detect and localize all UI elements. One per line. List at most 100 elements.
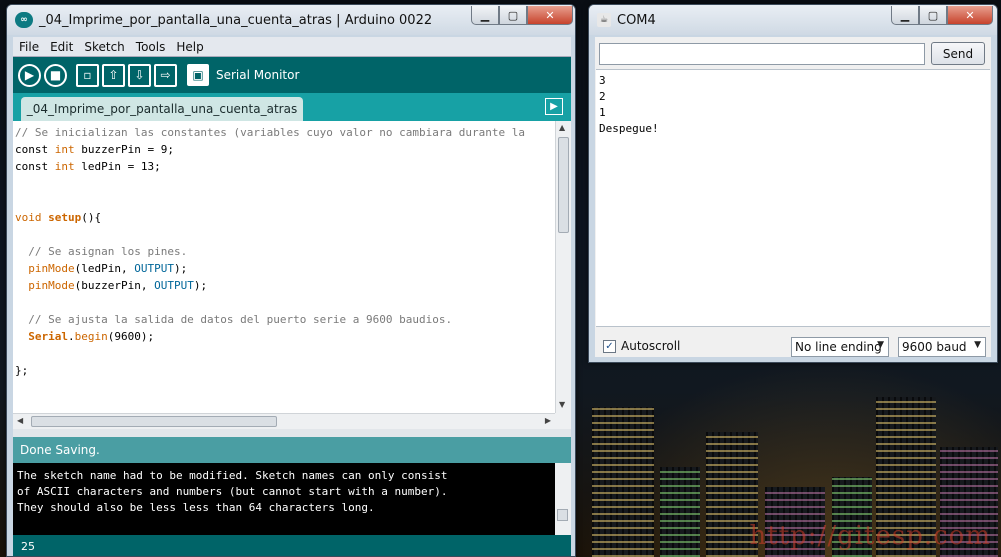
code-keyword: int xyxy=(54,160,75,173)
building xyxy=(592,407,654,557)
console-line: of ASCII characters and numbers (but can… xyxy=(17,485,448,498)
chevron-down-icon: ▼ xyxy=(877,340,884,350)
code-function: pinMode xyxy=(28,279,75,292)
arduino-window-controls: ▁ ▢ ✕ xyxy=(471,6,573,25)
editor-horizontal-scrollbar[interactable]: ◀ ▶ xyxy=(13,413,555,429)
status-bar: Done Saving. xyxy=(13,437,571,463)
code-keyword: void xyxy=(15,211,42,224)
serial-lines: 3 2 1 Despegue! xyxy=(599,73,659,137)
serial-line: 2 xyxy=(599,90,606,103)
code-constant: OUTPUT xyxy=(134,262,174,275)
stop-icon[interactable]: ■ xyxy=(44,63,67,87)
line-ending-select[interactable]: No line ending ▼ xyxy=(791,337,889,357)
code-token: ); xyxy=(193,279,208,292)
code-class: Serial xyxy=(28,330,68,343)
java-app-icon: ☕ xyxy=(597,13,611,27)
serial-monitor-icon[interactable]: ▣ xyxy=(187,64,209,86)
scrollbar-thumb[interactable] xyxy=(31,416,277,427)
serial-line: 3 xyxy=(599,74,606,87)
code-token: }; xyxy=(15,364,29,377)
console-line: They should also be less less than 64 ch… xyxy=(17,501,375,514)
tab-menu-arrow-icon[interactable]: ▶ xyxy=(545,98,563,115)
code-token: (){ xyxy=(81,211,102,224)
arduino-logo-icon: ∞ xyxy=(15,12,33,28)
editor-vertical-scrollbar[interactable]: ▲ ▼ xyxy=(555,121,571,413)
minimize-icon[interactable]: ▁ xyxy=(891,6,919,25)
open-arrow-up-icon[interactable]: ⇧ xyxy=(102,63,125,87)
line-ending-value: No line ending xyxy=(795,340,882,354)
scroll-down-arrow-icon[interactable]: ▼ xyxy=(559,400,565,409)
menu-tools[interactable]: Tools xyxy=(130,40,171,54)
send-input[interactable] xyxy=(599,43,925,65)
code-comment: // Se ajusta la salida de datos del puer… xyxy=(15,313,453,326)
close-icon[interactable]: ✕ xyxy=(527,6,573,25)
code-line: // Se inicializan las constantes (variab… xyxy=(15,126,525,139)
scroll-corner xyxy=(555,413,571,429)
new-file-icon[interactable]: ▫ xyxy=(76,63,99,87)
menu-bar: File Edit Sketch Tools Help xyxy=(13,37,571,57)
code-token: buzzerPin = 9; xyxy=(74,143,174,156)
line-number: 25 xyxy=(21,540,35,553)
code-text[interactable]: // Se inicializan las constantes (variab… xyxy=(15,124,553,379)
minimize-icon[interactable]: ▁ xyxy=(471,6,499,25)
autoscroll-checkbox[interactable]: ✓ xyxy=(603,339,616,353)
code-constant: OUTPUT xyxy=(154,279,194,292)
serial-line: Despegue! xyxy=(599,122,659,135)
send-button[interactable]: Send xyxy=(931,42,985,65)
console-output: The sketch name had to be modified. Sket… xyxy=(13,463,571,535)
code-token: const xyxy=(15,160,55,173)
chevron-down-icon: ▼ xyxy=(974,340,981,350)
scroll-right-arrow-icon[interactable]: ▶ xyxy=(545,416,551,425)
serial-output[interactable]: 3 2 1 Despegue! xyxy=(596,69,990,327)
baud-rate-value: 9600 baud xyxy=(902,340,967,354)
scrollbar-thumb[interactable] xyxy=(558,137,569,233)
menu-sketch[interactable]: Sketch xyxy=(78,40,129,54)
building xyxy=(660,467,700,557)
code-function: setup xyxy=(48,211,82,224)
code-token: ); xyxy=(173,262,188,275)
serial-window-title: COM4 xyxy=(617,12,656,28)
scroll-up-arrow-icon[interactable]: ▲ xyxy=(559,123,565,132)
line-number-footer: 25 xyxy=(13,535,571,556)
pane-divider[interactable] xyxy=(13,429,571,437)
serial-monitor-label[interactable]: Serial Monitor xyxy=(216,68,299,82)
serial-monitor-window: ☕ COM4 ▁ ▢ ✕ Send 3 2 1 Despegue! ✓ Auto… xyxy=(588,4,998,363)
console-line: The sketch name had to be modified. Sket… xyxy=(17,469,448,482)
arduino-window-title: _04_Imprime_por_pantalla_una_cuenta_atra… xyxy=(39,12,433,28)
save-arrow-down-icon[interactable]: ⇩ xyxy=(128,63,151,87)
baud-rate-select[interactable]: 9600 baud ▼ xyxy=(898,337,986,357)
autoscroll-option[interactable]: ✓ Autoscroll xyxy=(603,339,680,353)
code-editor[interactable]: // Se inicializan las constantes (variab… xyxy=(13,121,571,413)
code-token: const xyxy=(15,143,55,156)
close-icon[interactable]: ✕ xyxy=(947,6,993,25)
code-keyword: int xyxy=(54,143,75,156)
code-token: (ledPin, xyxy=(74,262,135,275)
tab-bar: _04_Imprime_por_pantalla_una_cuenta_atra… xyxy=(13,93,571,121)
code-token: (9600); xyxy=(107,330,155,343)
ide-toolbar: ▶ ■ ▫ ⇧ ⇩ ⇨ ▣ Serial Monitor xyxy=(13,57,571,93)
code-token: ledPin = 13; xyxy=(74,160,161,173)
code-comment: // Se asignan los pines. xyxy=(15,245,188,258)
maximize-icon[interactable]: ▢ xyxy=(499,6,527,25)
console-text: The sketch name had to be modified. Sket… xyxy=(17,468,447,516)
menu-edit[interactable]: Edit xyxy=(44,40,78,54)
console-scrollbar[interactable] xyxy=(555,463,571,535)
scrollbar-thumb[interactable] xyxy=(557,509,568,521)
scroll-left-arrow-icon[interactable]: ◀ xyxy=(17,416,23,425)
serial-line: 1 xyxy=(599,106,606,119)
watermark-text: http://gitesp.com xyxy=(749,521,991,551)
serial-body: Send 3 2 1 Despegue! ✓ Autoscroll No lin… xyxy=(595,37,991,357)
menu-help[interactable]: Help xyxy=(170,40,208,54)
code-token: . xyxy=(68,330,75,343)
code-function: pinMode xyxy=(28,262,75,275)
arduino-window: ∞ _04_Imprime_por_pantalla_una_cuenta_at… xyxy=(6,4,576,557)
tab-sketch[interactable]: _04_Imprime_por_pantalla_una_cuenta_atra… xyxy=(21,97,303,121)
autoscroll-label: Autoscroll xyxy=(621,339,681,353)
upload-arrow-right-icon[interactable]: ⇨ xyxy=(154,63,177,87)
verify-play-icon[interactable]: ▶ xyxy=(18,63,41,87)
menu-file[interactable]: File xyxy=(13,40,44,54)
maximize-icon[interactable]: ▢ xyxy=(919,6,947,25)
